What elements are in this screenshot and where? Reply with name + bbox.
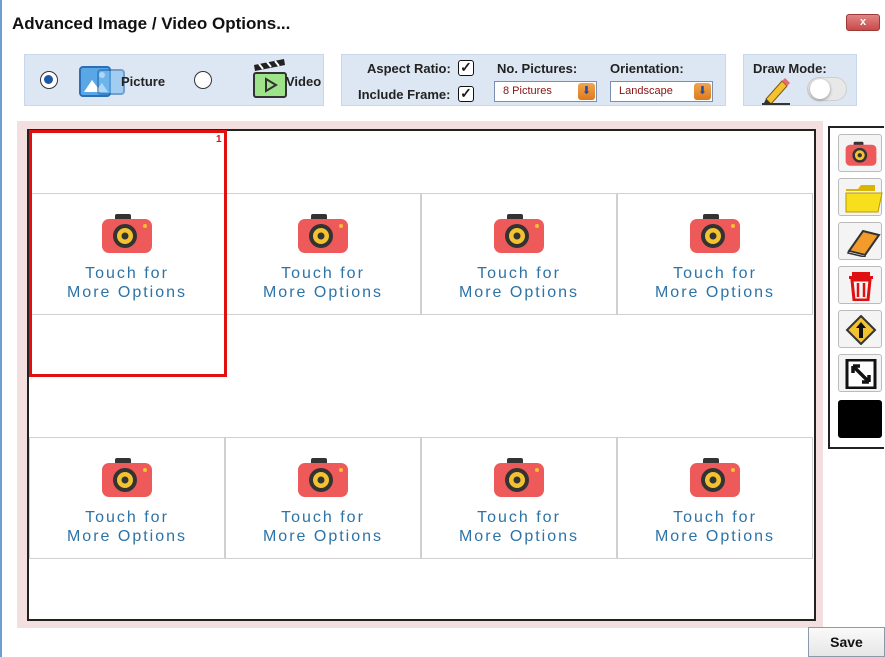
cell-text-line1: Touch for xyxy=(673,509,757,526)
camera-icon xyxy=(690,458,740,497)
cell-text-line2: More Options xyxy=(654,528,776,545)
delete-button[interactable] xyxy=(838,266,882,304)
chevron-down-icon[interactable] xyxy=(578,83,595,100)
cell-text-line2: More Options xyxy=(654,284,776,301)
orientation-label: Orientation: xyxy=(610,61,684,76)
cell-text-line1: Touch for xyxy=(477,265,561,282)
selected-slot-outline[interactable] xyxy=(29,130,227,377)
cell-text-line1: Touch for xyxy=(281,509,365,526)
cell-text-line2: More Options xyxy=(262,528,384,545)
cell-text-line1: Touch for xyxy=(281,265,365,282)
camera-icon xyxy=(494,458,544,497)
grid-row: Touch for More Options Touch for More Op… xyxy=(29,437,814,559)
open-folder-button[interactable] xyxy=(838,178,883,216)
camera-icon xyxy=(690,214,740,253)
camera-icon xyxy=(102,458,152,497)
album-button[interactable] xyxy=(838,222,882,260)
no-pictures-select[interactable]: 8 Pictures xyxy=(494,81,597,102)
draw-mode-label: Draw Mode: xyxy=(753,61,827,76)
cell-text-line2: More Options xyxy=(458,528,580,545)
cell-text-line1: Touch for xyxy=(85,509,169,526)
draw-mode-panel: Draw Mode: xyxy=(743,54,857,106)
grid-cell[interactable]: Touch for More Options xyxy=(421,437,617,559)
picture-label: Picture xyxy=(121,74,166,89)
camera-icon xyxy=(298,214,348,253)
video-clapper-icon xyxy=(253,59,287,98)
aspect-ratio-label: Aspect Ratio: xyxy=(367,61,451,76)
video-radio[interactable] xyxy=(194,71,212,89)
window-title: Advanced Image / Video Options... xyxy=(12,14,291,33)
resize-button[interactable] xyxy=(838,354,882,392)
book-icon xyxy=(846,229,881,257)
camera-icon xyxy=(494,214,544,253)
grid-cell[interactable]: Touch for More Options xyxy=(617,193,813,315)
aspect-ratio-checkbox[interactable]: ✓ xyxy=(458,60,474,76)
include-frame-checkbox[interactable]: ✓ xyxy=(458,86,474,102)
media-type-panel: Picture Video xyxy=(24,54,324,106)
no-pictures-value: 8 Pictures xyxy=(503,85,552,97)
grid-cell[interactable]: Touch for More Options xyxy=(29,437,225,559)
grid-cell[interactable]: Touch for More Options xyxy=(225,437,421,559)
grid-cell[interactable]: Touch for More Options xyxy=(225,193,421,315)
window-left-border xyxy=(0,0,2,657)
merge-sign-icon xyxy=(845,315,877,345)
close-button[interactable]: x xyxy=(846,14,880,31)
color-swatch[interactable] xyxy=(838,400,882,438)
no-pictures-label: No. Pictures: xyxy=(497,61,578,76)
draw-mode-toggle[interactable] xyxy=(807,77,847,101)
move-up-button[interactable] xyxy=(838,310,882,348)
camera-tool-button[interactable] xyxy=(838,134,882,172)
folder-icon xyxy=(845,185,883,213)
cell-text-line1: Touch for xyxy=(673,265,757,282)
save-button[interactable]: Save xyxy=(808,627,885,657)
cell-text-line2: More Options xyxy=(458,284,580,301)
orientation-select[interactable]: Landscape xyxy=(610,81,713,102)
pencil-icon xyxy=(762,78,790,105)
camera-icon xyxy=(845,141,877,166)
resize-icon xyxy=(845,359,877,389)
cell-text-line1: Touch for xyxy=(477,509,561,526)
grid-cell[interactable]: Touch for More Options xyxy=(421,193,617,315)
cell-text-line2: More Options xyxy=(66,528,188,545)
include-frame-label: Include Frame: xyxy=(358,87,451,102)
grid-cell[interactable]: Touch for More Options xyxy=(617,437,813,559)
orientation-value: Landscape xyxy=(619,85,673,97)
selected-slot-number: 1 xyxy=(216,134,222,145)
cell-text-line2: More Options xyxy=(262,284,384,301)
trash-icon xyxy=(849,272,873,301)
camera-icon xyxy=(298,458,348,497)
chevron-down-icon[interactable] xyxy=(694,83,711,100)
layout-options-panel: Aspect Ratio: ✓ Include Frame: ✓ No. Pic… xyxy=(341,54,726,106)
side-toolbar xyxy=(828,126,884,449)
picture-radio[interactable] xyxy=(40,71,58,89)
video-label: Video xyxy=(286,74,322,89)
